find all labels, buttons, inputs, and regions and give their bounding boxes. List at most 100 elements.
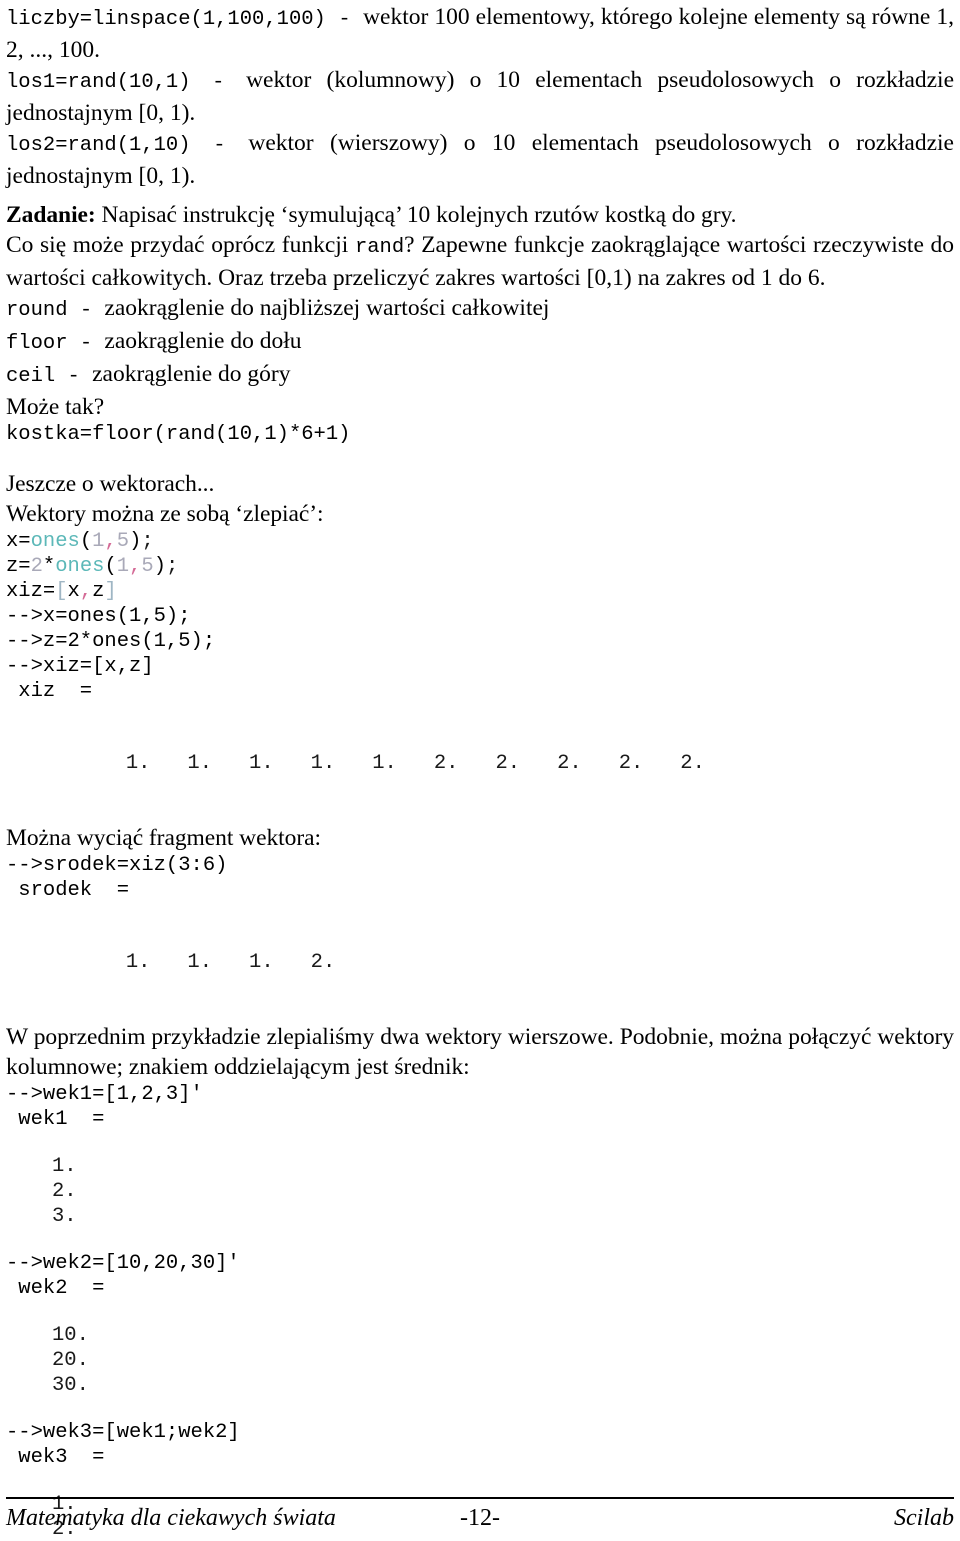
snippet2-assign: z= <box>6 555 31 578</box>
code-los2: los2=rand(1,10) <box>6 134 191 157</box>
value-cell: 1. <box>125 752 151 775</box>
snippet1-arg1: 1 <box>92 530 105 553</box>
snippet3-var-b: z <box>92 580 105 603</box>
value-cell: 2. <box>680 752 705 775</box>
document-page: liczby=linspace(1,100,100) - wektor 100 … <box>0 0 960 1541</box>
footer-software-name: Scilab <box>894 1505 954 1531</box>
snippet2-close-paren: ) <box>153 555 167 578</box>
desc-ceil: zaokrąglenie do góry <box>92 361 291 387</box>
code-kostka: kostka=floor(rand(10,1)*6+1) <box>6 423 351 446</box>
snippet2-open-paren: ( <box>104 555 117 578</box>
console-command-wek3: -->wek3=[wek1;wek2] <box>6 1421 240 1444</box>
value-cell: 2. <box>433 752 459 775</box>
snippet1-open-paren: ( <box>79 530 93 553</box>
page-content: liczby=linspace(1,100,100) - wektor 100 … <box>6 0 954 1541</box>
snippet-line-3: xiz=[x,z] <box>6 579 954 604</box>
rounding-round: round - zaokrąglenie do najbliższej wart… <box>6 293 954 326</box>
snippet2-semicolon: ; <box>166 555 179 578</box>
value-cell: 1. <box>310 752 336 775</box>
definition-linspace: liczby=linspace(1,100,100) - wektor 100 … <box>6 2 954 65</box>
definition-los2: los2=rand(1,10) - wektor (wierszowy) o 1… <box>6 128 954 191</box>
console-result-name-xiz: xiz = <box>6 680 93 703</box>
rounding-ceil: ceil - zaokrąglenie do góry <box>6 359 954 392</box>
value-cell: 3. <box>52 1205 77 1228</box>
value-cell: 20. <box>52 1349 89 1372</box>
console-command-srodek: -->srodek=xiz(3:6) <box>6 854 228 877</box>
snippet2-scalar: 2 <box>30 555 43 578</box>
dash-linspace: - <box>325 8 364 31</box>
dash-ceil: - <box>55 365 93 388</box>
dash-los1: - <box>190 71 247 94</box>
page-footer: Matematyka dla ciekawych świata -12- Sci… <box>6 1497 954 1533</box>
value-cell: 1. <box>249 752 274 775</box>
snippet2-comma: , <box>129 555 142 578</box>
value-cell: 1. <box>187 951 213 974</box>
code-los1: los1=rand(10,1) <box>6 71 191 94</box>
desc-round: zaokrąglenie do najbliższej wartości cał… <box>104 295 550 321</box>
console-result-value: 1. <box>6 1154 954 1179</box>
console-result-values-srodek: 1. 1. 1. 2. <box>6 925 954 1000</box>
column-vectors-intro: W poprzednim przykładzie zlepialiśmy dwa… <box>6 1024 954 1080</box>
code-round: round <box>6 299 68 322</box>
maybe-line: Może tak? <box>6 394 105 420</box>
value-cell: 30. <box>52 1374 89 1397</box>
hint-part1: Co się może przydać oprócz funkcji <box>6 232 355 258</box>
snippet1-arg2: 5 <box>116 530 130 553</box>
value-cell: 1. <box>52 1155 77 1178</box>
snippet2-operator: * <box>42 555 56 578</box>
value-cell: 2. <box>310 951 336 974</box>
code-linspace: liczby=linspace(1,100,100) <box>6 8 326 31</box>
snippet1-close-paren: ) <box>129 530 142 553</box>
console-command-z: -->z=2*ones(1,5); <box>6 630 216 653</box>
task-text: Napisać instrukcję ‘symulującą’ 10 kolej… <box>101 202 737 228</box>
console-result-name-wek3: wek3 = <box>6 1446 105 1469</box>
console-result-value: 2. <box>6 1179 954 1204</box>
value-cell: 2. <box>52 1180 77 1203</box>
rounding-floor: floor - zaokrąglenie do dołu <box>6 326 954 359</box>
value-cell: 10. <box>52 1324 89 1347</box>
footer-bar: Matematyka dla ciekawych świata -12- Sci… <box>6 1503 954 1533</box>
snippet1-semicolon: ; <box>141 530 154 553</box>
value-cell: 1. <box>249 951 274 974</box>
console-command-x: -->x=ones(1,5); <box>6 605 191 628</box>
console-command-xiz: -->xiz=[x,z] <box>6 655 154 678</box>
desc-floor: zaokrąglenie do dołu <box>104 328 302 354</box>
snippet-line-1: x=ones(1,5); <box>6 529 954 554</box>
footer-divider <box>6 1497 954 1499</box>
code-rand: rand <box>354 236 405 259</box>
snippet2-arg1: 1 <box>116 555 130 578</box>
snippet2-function: ones <box>55 555 105 578</box>
snippet3-assign: xiz= <box>6 580 56 603</box>
dash-floor: - <box>67 332 105 355</box>
console-result-name-wek2: wek2 = <box>6 1277 105 1300</box>
value-cell: 1. <box>187 752 213 775</box>
footer-book-title: Matematyka dla ciekawych świata <box>6 1505 336 1531</box>
value-cell: 2. <box>557 752 582 775</box>
glue-intro: Wektory można ze sobą ‘zlepiać’: <box>6 501 324 527</box>
snippet1-comma: , <box>104 530 117 553</box>
value-cell: 2. <box>618 752 644 775</box>
value-cell: 1. <box>372 752 397 775</box>
definition-los1: los1=rand(10,1) - wektor (kolumnowy) o 1… <box>6 65 954 128</box>
snippet1-function: ones <box>30 530 80 553</box>
console-result-name-wek1: wek1 = <box>6 1108 105 1131</box>
snippet-line-2: z=2*ones(1,5); <box>6 554 954 579</box>
hint-paragraph: Co się może przydać oprócz funkcji rand?… <box>6 230 954 293</box>
console-command-wek1: -->wek1=[1,2,3]' <box>6 1083 203 1106</box>
console-result-value: 10. <box>6 1323 954 1348</box>
more-vectors-heading: Jeszcze o wektorach... <box>6 471 215 497</box>
snippet3-close-bracket: ] <box>104 580 117 603</box>
console-result-value: 3. <box>6 1204 954 1229</box>
task-line: Zadanie: Napisać instrukcję ‘symulującą’… <box>6 200 954 230</box>
console-result-values-xiz: 1. 1. 1. 1. 1. 2. 2. 2. 2. 2. <box>6 726 954 801</box>
console-result-value: 30. <box>6 1373 954 1398</box>
